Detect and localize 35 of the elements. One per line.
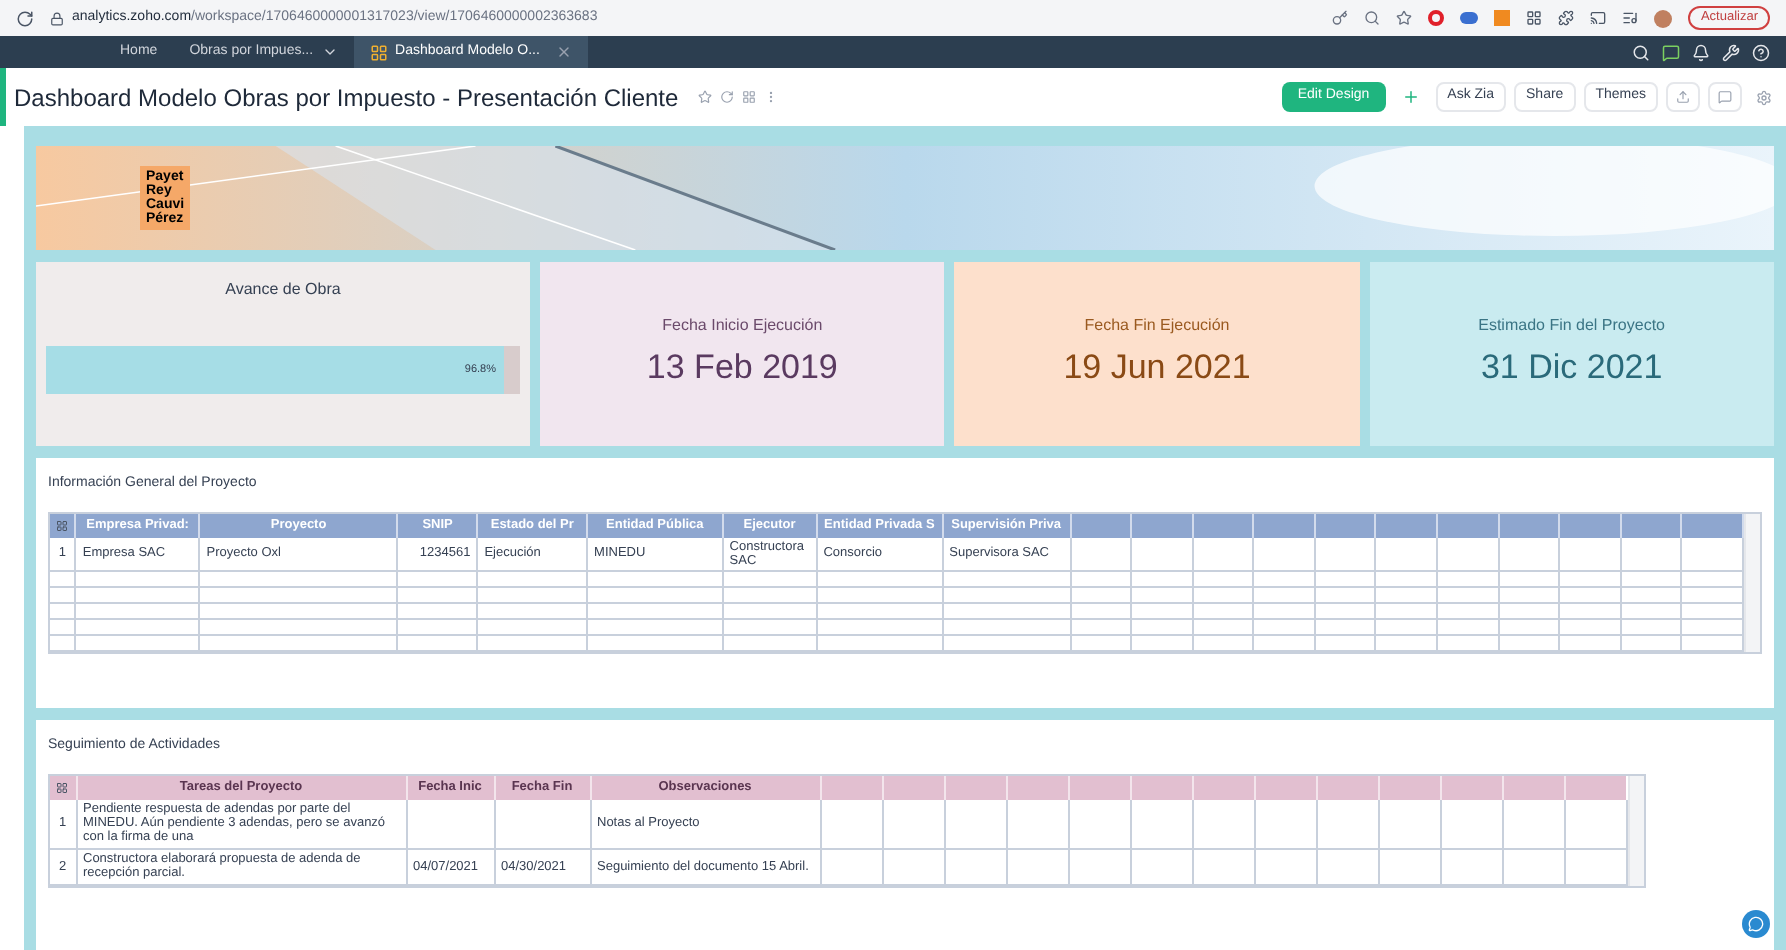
kpi-value: 19 Jun 2021 <box>1063 346 1251 391</box>
kpi-label: Fecha Fin Ejecución <box>1084 314 1230 339</box>
chevron-icon <box>321 44 338 60</box>
grid-icon <box>56 781 69 793</box>
kpi-value: 13 Feb 2019 <box>646 346 838 391</box>
reload-icon[interactable] <box>16 9 34 27</box>
search-icon[interactable] <box>1364 10 1381 26</box>
dashboard-title: Dashboard Modelo Obras por Impuesto - Presentación Cliente <box>14 81 679 115</box>
kpi-label: Fecha Inicio Ejecución <box>662 314 823 339</box>
cast-icon[interactable] <box>1590 10 1607 26</box>
scrollbar[interactable] <box>1744 513 1760 653</box>
kpi-label: Estimado Fin del Proyecto <box>1478 314 1665 339</box>
settings-icon <box>1756 89 1772 105</box>
extension-icon[interactable] <box>1526 10 1543 26</box>
media-icon[interactable] <box>1622 10 1639 26</box>
refresh-icon[interactable] <box>720 90 735 104</box>
star-icon[interactable] <box>1396 10 1413 26</box>
star-icon[interactable] <box>698 90 713 104</box>
key-icon[interactable] <box>1332 10 1349 26</box>
puzzle-icon[interactable] <box>1558 10 1575 26</box>
kpi-value: 31 Dic 2021 <box>1480 346 1663 391</box>
chat-icon <box>1748 916 1764 932</box>
lock-icon <box>50 11 64 25</box>
help-icon[interactable] <box>1752 43 1770 61</box>
dashboard-icon <box>369 43 388 61</box>
card-title: Avance de Obra <box>225 278 341 302</box>
close-icon[interactable] <box>555 44 572 60</box>
profile-avatar[interactable] <box>1654 9 1673 27</box>
bell-icon[interactable] <box>1692 43 1710 61</box>
upload-icon <box>1676 90 1690 104</box>
grid-icon <box>56 519 69 531</box>
tools-icon[interactable] <box>1722 43 1740 61</box>
plus-icon <box>1401 88 1420 106</box>
comment-icon <box>1718 90 1732 104</box>
chat-icon[interactable] <box>1662 43 1680 61</box>
